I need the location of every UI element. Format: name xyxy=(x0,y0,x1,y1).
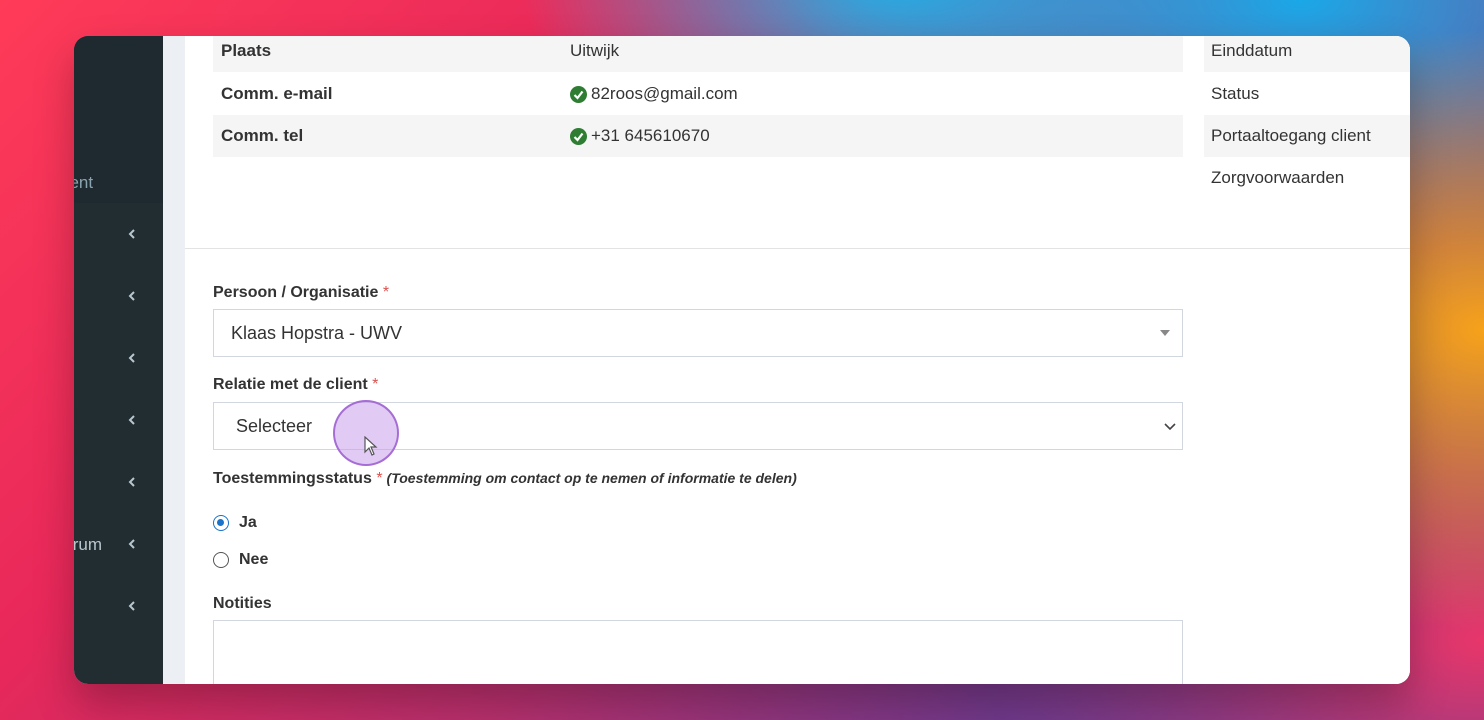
persoon-select[interactable]: Klaas Hopstra - UWV xyxy=(213,309,1183,357)
check-circle-icon xyxy=(570,127,587,145)
detail-key-right: Portaaltoegang client xyxy=(1204,115,1410,157)
caret-down-icon xyxy=(1160,330,1170,336)
toestemming-hint: (Toestemming om contact op te nemen of i… xyxy=(386,470,797,486)
persoon-label: Persoon / Organisatie * xyxy=(213,284,390,301)
detail-key-right: Zorgvoorwaarden xyxy=(1211,168,1345,187)
check-circle-icon xyxy=(570,85,587,103)
detail-row: Comm. e-mail 82roos@gmail.com xyxy=(213,73,1183,115)
toestemming-label: Toestemmingsstatus * (Toestemming om cont… xyxy=(213,470,797,487)
detail-key: Comm. tel xyxy=(221,126,304,145)
chevron-left-icon[interactable] xyxy=(126,352,138,364)
radio-button[interactable] xyxy=(213,552,229,568)
detail-value: +31 645610670 xyxy=(570,126,710,146)
chevron-left-icon[interactable] xyxy=(126,414,138,426)
detail-row: Comm. tel +31 645610670 xyxy=(213,115,1183,157)
detail-row: Plaats Uitwijk xyxy=(213,36,1183,72)
content-gutter xyxy=(163,36,185,684)
chevron-left-icon[interactable] xyxy=(126,476,138,488)
mouse-pointer-icon xyxy=(364,436,378,456)
detail-key-right: Status xyxy=(1211,84,1260,103)
app-window: nent trum Plaats Uitwijk Comm. e-mail 82… xyxy=(74,36,1410,684)
detail-value: Uitwijk xyxy=(570,41,620,60)
detail-key: Comm. e-mail xyxy=(221,84,333,103)
detail-key: Plaats xyxy=(221,41,272,60)
chevron-left-icon[interactable] xyxy=(126,600,138,612)
radio-button-selected[interactable] xyxy=(213,515,229,531)
sidebar-item-label: nent xyxy=(74,173,94,192)
sidebar: nent trum xyxy=(74,36,163,684)
cursor-highlight xyxy=(333,400,399,466)
radio-ja[interactable]: Ja xyxy=(213,514,257,532)
notities-textarea[interactable] xyxy=(213,620,1183,684)
detail-value: 82roos@gmail.com xyxy=(570,84,738,104)
section-divider xyxy=(185,248,1410,249)
chevron-down-icon xyxy=(1164,423,1176,431)
chevron-left-icon[interactable] xyxy=(126,538,138,550)
radio-nee[interactable]: Nee xyxy=(213,551,268,569)
notities-label: Notities xyxy=(213,595,272,612)
main-content: Plaats Uitwijk Comm. e-mail 82roos@gmail… xyxy=(185,36,1410,684)
chevron-left-icon[interactable] xyxy=(126,228,138,240)
relatie-label: Relatie met de client * xyxy=(213,376,379,393)
detail-key-right: Einddatum xyxy=(1204,36,1410,72)
chevron-left-icon[interactable] xyxy=(126,290,138,302)
sidebar-item-label[interactable]: trum xyxy=(74,535,102,555)
